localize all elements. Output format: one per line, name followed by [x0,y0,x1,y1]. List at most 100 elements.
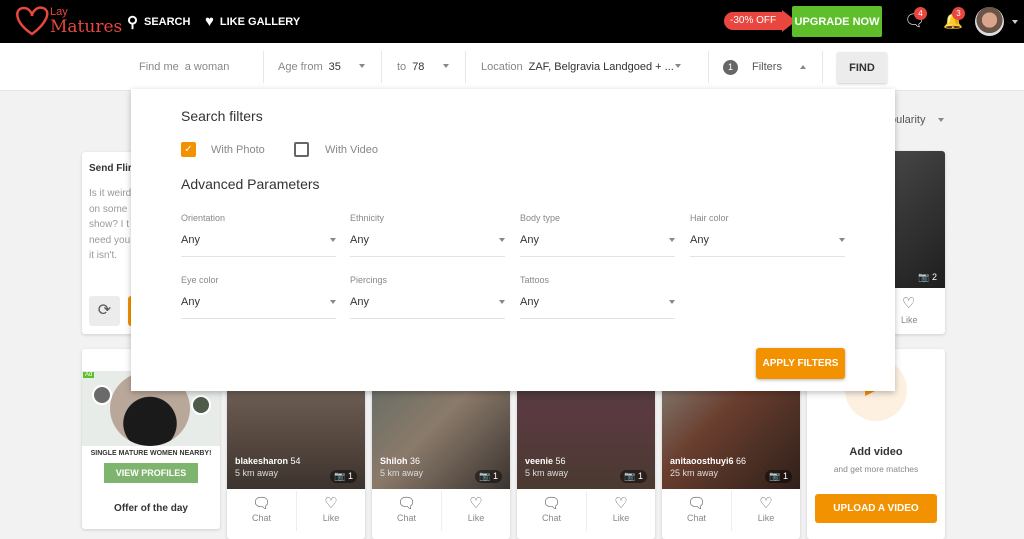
site-logo[interactable]: Lay Matures [12,4,122,38]
logo-text-bottom: Matures [50,17,123,37]
field-value: Any [690,234,709,246]
field-label: Ethnicity [350,213,385,223]
location-select[interactable]: Location ZAF, Belgravia Landgoed + ... [481,43,674,91]
with-video-label[interactable]: With Video [325,144,378,156]
field-value: Any [181,234,200,246]
age-to-chevron-down-icon[interactable] [443,64,449,68]
like-button[interactable]: ♡ Like [731,491,800,531]
profile-username: Shiloh [380,456,408,466]
profile-name[interactable]: anitaoosthuyi6 66 [670,456,746,466]
chevron-down-icon [669,300,675,304]
heart-outline-icon: ♡ [614,495,628,512]
eye-color-select[interactable]: Eye color Any [181,275,336,319]
flirt-message: Is it weird on some show? I t need you i… [89,186,131,264]
like-button[interactable]: ♡ Like [296,491,365,531]
ethnicity-select[interactable]: Ethnicity Any [350,213,505,257]
find-button[interactable]: FIND [837,52,887,83]
field-value: Any [520,296,539,308]
tattoos-select[interactable]: Tattoos Any [520,275,675,319]
chat-button[interactable]: 🗨 Chat [662,491,731,531]
nav-like-gallery-label: LIKE GALLERY [219,15,301,28]
offer-of-the-day: Offer of the day [114,503,188,514]
add-video-title: Add video [849,446,903,458]
chevron-up-icon[interactable] [800,65,806,69]
profile-age: 56 [555,456,566,466]
advanced-parameters-title: Advanced Parameters [181,176,320,192]
age-to-label: to [397,61,407,73]
search-icon: ⚲ [127,13,138,31]
profile-name[interactable]: veenie 56 [525,456,566,466]
view-profiles-button[interactable]: VIEW PROFILES [104,463,198,483]
profile-name[interactable]: Shiloh 36 [380,456,420,466]
chevron-down-icon [330,300,336,304]
refresh-icon[interactable]: ⟳ [89,296,120,326]
upgrade-button[interactable]: UPGRADE NOW [792,6,882,37]
profile-distance: 25 km away [670,468,719,478]
chevron-down-icon [330,238,336,242]
nav-like-gallery[interactable]: ♥ LIKE GALLERY [205,0,300,43]
profile-name[interactable]: blakesharon 54 [235,456,301,466]
location-label: Location [481,61,523,73]
chat-button[interactable]: 🗨 Chat [227,491,296,531]
account-chevron-down-icon[interactable] [1012,20,1018,24]
nav-search[interactable]: ⚲ SEARCH [127,0,190,43]
hair-color-select[interactable]: Hair color Any [690,213,845,257]
sort-select[interactable]: pularity [890,114,925,126]
find-me-label: Find me [139,61,179,73]
like-button[interactable]: ♡ Like [441,491,510,531]
field-label: Hair color [690,213,729,223]
profile-username: anitaoosthuyi6 [670,456,734,466]
search-filters-panel: Search filters ✓ With Photo With Video A… [131,89,895,391]
with-photo-checkbox[interactable]: ✓ [181,142,196,157]
apply-filters-button[interactable]: APPLY FILTERS [756,348,845,379]
heart-outline-icon[interactable]: ♡ [902,294,915,312]
filters-toggle[interactable]: 1 Filters [723,43,782,91]
find-me-value: a woman [184,61,230,73]
photo-count-value: 1 [347,471,353,481]
upload-video-button[interactable]: UPLOAD A VIDEO [815,494,937,523]
body-type-select[interactable]: Body type Any [520,213,675,257]
search-filters-title: Search filters [181,108,263,124]
chat-button[interactable]: 🗨 Chat [372,491,441,531]
flirt-line: show? I t [89,219,130,230]
with-video-checkbox[interactable] [294,142,309,157]
ad-photo-small [92,385,112,405]
divider [708,51,709,83]
age-to-select[interactable]: to 78 [397,43,424,91]
profile-age: 54 [290,456,301,466]
chat-bubble-icon: 🗨 [541,495,562,512]
field-label: Eye color [181,275,219,285]
field-value: Any [181,296,200,308]
age-from-label: Age from [278,61,323,73]
ad-photo-small [191,395,211,415]
top-navbar: Lay Matures ⚲ SEARCH ♥ LIKE GALLERY -30%… [0,0,1024,43]
divider [263,51,264,83]
field-label: Tattoos [520,275,550,285]
ad-badge: Ad [83,372,95,378]
photo-count: 📷 1 [475,470,502,483]
find-me-select[interactable]: Find me a woman [139,43,229,91]
age-from-select[interactable]: Age from 35 [278,43,341,91]
chat-bubble-icon: 🗨 [396,495,417,512]
checkmark-icon: ✓ [184,144,193,155]
sort-chevron-down-icon[interactable] [938,118,944,122]
field-value: Any [350,234,369,246]
with-photo-label[interactable]: With Photo [211,144,265,156]
user-avatar[interactable] [975,7,1004,36]
heart-outline-icon: ♡ [324,495,338,512]
flirt-line: need you [89,234,131,246]
flirt-line: it isn't. [89,250,118,261]
orientation-select[interactable]: Orientation Any [181,213,336,257]
photo-count-value: 1 [782,471,788,481]
age-from-chevron-down-icon[interactable] [359,64,365,68]
nav-search-label: SEARCH [144,15,191,28]
like-button[interactable]: ♡ Like [586,491,655,531]
field-value: Any [520,234,539,246]
piercings-select[interactable]: Piercings Any [350,275,505,319]
divider [381,51,382,83]
location-chevron-down-icon[interactable] [675,64,681,68]
chevron-down-icon [499,238,505,242]
chevron-down-icon [499,300,505,304]
location-value: ZAF, Belgravia Landgoed + ... [528,61,674,73]
chat-button[interactable]: 🗨 Chat [517,491,586,531]
